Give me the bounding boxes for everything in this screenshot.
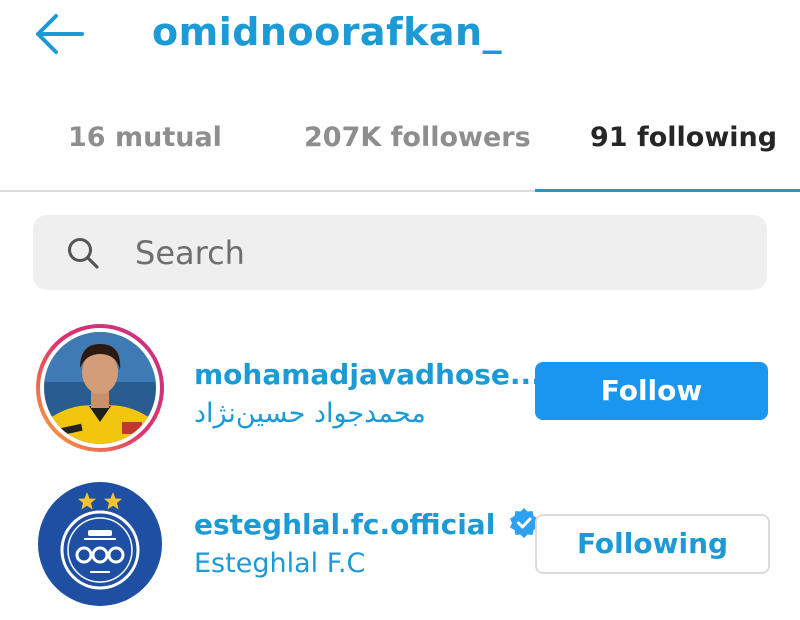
search-input[interactable] xyxy=(133,227,737,279)
avatar[interactable] xyxy=(34,322,166,454)
account-full-name: Esteghlal F.C xyxy=(194,548,366,579)
profile-username-title: omidnoorafkan_ xyxy=(152,10,503,54)
list-item: mohamadjavadhose... محمدجواد حسین‌نژاد F… xyxy=(0,318,800,452)
avatar[interactable] xyxy=(34,478,166,610)
search-bar[interactable] xyxy=(33,215,767,290)
account-username[interactable]: mohamadjavadhose... xyxy=(194,358,542,391)
list-item: esteghlal.fc.official Esteghlal F.C Foll… xyxy=(0,478,800,606)
following-button[interactable]: Following xyxy=(535,514,770,574)
active-tab-indicator xyxy=(535,189,800,192)
esteghlal-logo xyxy=(38,482,162,606)
follow-tabs: 16 mutual 207K followers 91 following xyxy=(0,108,800,192)
search-icon xyxy=(68,238,99,269)
account-username[interactable]: esteghlal.fc.official xyxy=(194,508,539,541)
arrow-left-icon xyxy=(36,14,84,54)
tab-mutual[interactable]: 16 mutual xyxy=(68,122,222,153)
account-full-name: محمدجواد حسین‌نژاد xyxy=(194,398,426,429)
header-bar: omidnoorafkan_ xyxy=(0,0,800,80)
back-button[interactable] xyxy=(30,8,90,60)
tab-following[interactable]: 91 following xyxy=(590,122,777,153)
tab-followers[interactable]: 207K followers xyxy=(304,122,531,153)
profile-photo xyxy=(36,324,164,452)
follow-button[interactable]: Follow xyxy=(535,362,768,420)
account-username-text: esteghlal.fc.official xyxy=(194,508,496,541)
